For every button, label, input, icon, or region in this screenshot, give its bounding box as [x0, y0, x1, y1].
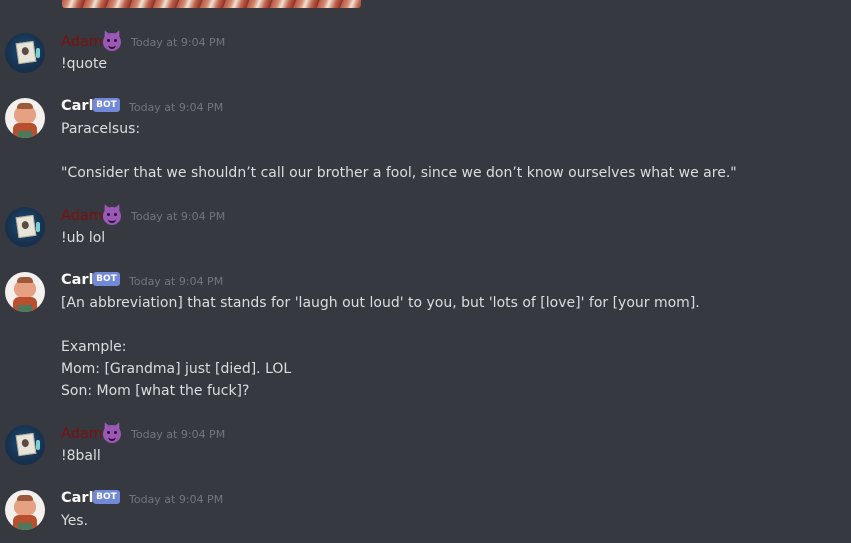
bot-badge: BOT [93, 490, 120, 504]
avatar-face-icon [14, 277, 36, 298]
embedded-image-fragment[interactable] [62, 0, 361, 8]
message-timestamp[interactable]: Today at 9:04 PM [131, 36, 225, 50]
imp-eye [107, 431, 110, 434]
message-text: Mom: [Grandma] just [died]. LOL [61, 361, 292, 377]
message-text: Yes. [61, 513, 89, 529]
avatar-card-icon [15, 432, 37, 457]
message-timestamp[interactable]: Today at 9:04 PM [129, 275, 223, 289]
avatar-card-icon [15, 40, 37, 65]
avatar[interactable] [5, 425, 45, 465]
avatar-sparkle-icon [36, 48, 40, 58]
author-name[interactable]: Adam [61, 33, 103, 51]
imp-eye [107, 39, 110, 42]
avatar-face-icon [14, 495, 36, 516]
message-timestamp[interactable]: Today at 9:04 PM [131, 210, 225, 224]
author-name[interactable]: Carl [61, 271, 94, 289]
avatar[interactable] [5, 98, 45, 138]
message-text: "Consider that we shouldn’t call our bro… [61, 165, 737, 181]
message-text: !quote [61, 56, 108, 72]
message-text: Example: [61, 339, 127, 355]
author-name[interactable]: Adam [61, 207, 103, 225]
message-timestamp[interactable]: Today at 9:04 PM [129, 493, 223, 507]
imp-eye [107, 213, 110, 216]
avatar[interactable] [5, 207, 45, 247]
author-name[interactable]: Adam [61, 425, 103, 443]
author-name[interactable]: Carl [61, 489, 94, 507]
bot-badge: BOT [93, 98, 120, 112]
smiling-imp-icon [103, 425, 121, 443]
smiling-imp-icon [103, 33, 121, 51]
avatar[interactable] [5, 33, 45, 73]
imp-mouth [108, 436, 116, 441]
author-name[interactable]: Carl [61, 97, 94, 115]
message-text: Son: Mom [what the fuck]? [61, 383, 250, 399]
imp-eye [114, 39, 117, 42]
message-text: Paracelsus: [61, 121, 141, 137]
imp-eye [114, 431, 117, 434]
avatar-sparkle-icon [36, 222, 40, 232]
imp-mouth [108, 44, 116, 49]
avatar-legs-icon [18, 305, 32, 312]
smiling-imp-icon [103, 207, 121, 225]
message-timestamp[interactable]: Today at 9:04 PM [131, 428, 225, 442]
bot-badge: BOT [93, 272, 120, 286]
imp-eye [114, 213, 117, 216]
message-text: !8ball [61, 448, 101, 464]
avatar[interactable] [5, 490, 45, 530]
message-timestamp[interactable]: Today at 9:04 PM [129, 101, 223, 115]
message-text: !ub lol [61, 230, 106, 246]
avatar[interactable] [5, 272, 45, 312]
imp-mouth [108, 218, 116, 223]
avatar-face-icon [14, 103, 36, 124]
avatar-legs-icon [18, 131, 32, 138]
avatar-legs-icon [18, 523, 32, 530]
avatar-sparkle-icon [36, 440, 40, 450]
avatar-card-icon [15, 214, 37, 239]
message-text: [An abbreviation] that stands for 'laugh… [61, 295, 700, 311]
